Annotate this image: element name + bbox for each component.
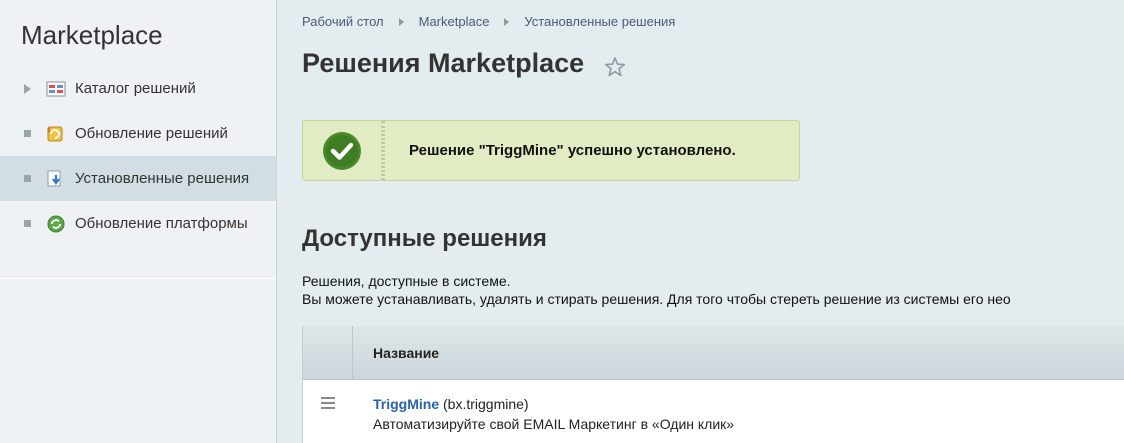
bullet-icon <box>24 220 31 227</box>
solutions-table: Название TriggMine (bx.triggmine) Автома… <box>302 326 1124 443</box>
menu-icon[interactable] <box>320 396 336 410</box>
solution-code: (bx.triggmine) <box>443 396 529 412</box>
catalog-icon <box>46 81 66 96</box>
chevron-right-icon <box>504 17 510 26</box>
breadcrumb: Рабочий стол Marketplace Установленные р… <box>302 14 675 29</box>
section-description: Решения, доступные в системе. Вы можете … <box>302 272 1124 308</box>
main-content: Рабочий стол Marketplace Установленные р… <box>278 0 1124 443</box>
sidebar: Marketplace Каталог решений Обновление р… <box>0 0 277 443</box>
notice-text: Решение "TriggMine" успешно установлено. <box>409 142 736 159</box>
description-line: Вы можете устанавливать, удалять и стира… <box>302 291 1011 307</box>
section-title: Доступные решения <box>302 225 547 252</box>
solution-name-link[interactable]: TriggMine <box>373 396 439 412</box>
sidebar-item-label: Обновление решений <box>75 125 228 142</box>
bullet-icon <box>24 130 31 137</box>
sidebar-item-label: Каталог решений <box>75 80 196 97</box>
breadcrumb-item-marketplace[interactable]: Marketplace <box>419 14 490 29</box>
table-header: Название <box>303 326 1124 380</box>
solution-description: Автоматизируйте свой EMAIL Маркетинг в «… <box>373 416 735 432</box>
sidebar-title: Marketplace <box>21 20 163 50</box>
page-title: Решения Marketplace <box>302 48 585 78</box>
sidebar-item-platform-update[interactable]: Обновление платформы <box>0 201 276 246</box>
star-icon[interactable] <box>604 56 626 78</box>
breadcrumb-item-desktop[interactable]: Рабочий стол <box>302 14 384 29</box>
sidebar-item-installed-solutions[interactable]: Установленные решения <box>0 156 276 201</box>
expand-arrow-icon[interactable] <box>24 83 31 94</box>
success-notice: Решение "TriggMine" успешно установлено. <box>302 120 800 181</box>
column-header-name[interactable]: Название <box>353 326 1124 379</box>
sidebar-item-label: Установленные решения <box>75 170 250 187</box>
update-solutions-icon <box>47 126 63 141</box>
chevron-right-icon <box>398 17 404 26</box>
breadcrumb-item-installed[interactable]: Установленные решения <box>524 14 675 29</box>
installed-solutions-icon <box>47 170 61 186</box>
bullet-icon <box>24 175 31 182</box>
handle-column-header <box>303 326 353 379</box>
sidebar-divider <box>0 278 276 279</box>
description-line: Решения, доступные в системе. <box>302 273 511 289</box>
checkmark-icon <box>323 131 361 170</box>
table-row: TriggMine (bx.triggmine) Автоматизируйте… <box>303 380 1124 443</box>
sidebar-item-catalog[interactable]: Каталог решений <box>0 66 276 111</box>
platform-update-icon <box>47 215 65 232</box>
sidebar-item-label: Обновление платформы <box>75 215 248 232</box>
sidebar-item-update-solutions[interactable]: Обновление решений <box>0 111 276 156</box>
